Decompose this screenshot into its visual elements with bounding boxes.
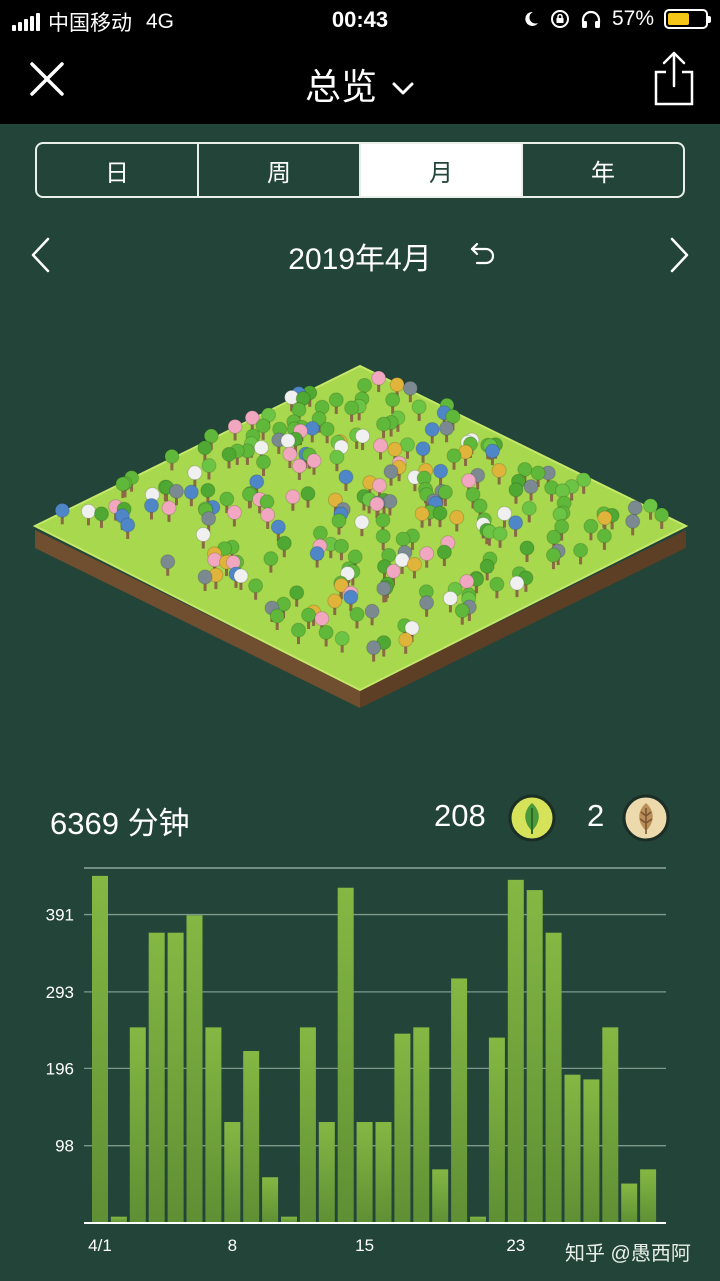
bar-day-24[interactable] (526, 890, 543, 1223)
forest-illustration (32, 364, 689, 708)
battery-icon (664, 9, 711, 29)
x-tick-label: 15 (355, 1236, 374, 1255)
bar-day-7[interactable] (205, 1027, 222, 1223)
period-selector: 日 周 月 年 (35, 142, 685, 198)
bar-day-10[interactable] (262, 1177, 279, 1223)
bar-day-27[interactable] (583, 1079, 600, 1223)
healthy-tree-count: 208 (434, 798, 486, 833)
y-tick-label: 98 (55, 1137, 74, 1156)
focus-minutes: 6369 分钟 (50, 806, 190, 841)
watermark: 知乎 @愚西阿 (565, 1243, 691, 1265)
y-tick-label: 293 (46, 983, 74, 1002)
healthy-tree-icon (508, 794, 556, 842)
status-bar: 中国移动 4G 00:43 57% (0, 0, 720, 40)
bar-day-18[interactable] (413, 1027, 430, 1223)
daily-focus-chart: 98 196 293 391 4/1 8 15 23 (46, 867, 666, 1255)
dead-tree-count: 2 (587, 798, 605, 833)
x-tick-label: 23 (506, 1236, 525, 1255)
page-title: 总览 (304, 66, 377, 107)
bar-day-15[interactable] (356, 1122, 373, 1223)
x-tick-label: 4/1 (88, 1236, 112, 1255)
bar-day-17[interactable] (394, 1033, 411, 1223)
x-tick-label: 8 (228, 1236, 237, 1255)
bar-day-22[interactable] (488, 1037, 505, 1223)
bar-day-12[interactable] (299, 1027, 316, 1223)
bar-day-23[interactable] (507, 879, 524, 1223)
bar-day-4[interactable] (148, 932, 165, 1223)
top-bar: 中国移动 4G 00:43 57% 总览 (0, 0, 720, 124)
rotation-lock-icon (550, 10, 569, 28)
bar-day-14[interactable] (337, 887, 354, 1223)
bar-day-28[interactable] (602, 1027, 619, 1223)
bar-day-25[interactable] (545, 932, 562, 1223)
y-tick-label: 391 (46, 906, 74, 925)
bar-day-19[interactable] (432, 1169, 449, 1223)
bar-day-9[interactable] (243, 1051, 260, 1223)
chevron-right-icon[interactable] (668, 236, 692, 274)
bar-day-29[interactable] (621, 1183, 638, 1223)
nav-bar: 总览 (0, 40, 720, 124)
bar-day-8[interactable] (224, 1122, 241, 1223)
bar-day-5[interactable] (167, 932, 184, 1223)
moon-icon (525, 11, 538, 26)
bar-day-20[interactable] (451, 978, 468, 1223)
chevron-down-icon (392, 82, 414, 95)
tab-year[interactable]: 年 (523, 144, 683, 196)
y-tick-label: 196 (46, 1059, 74, 1078)
headphones-icon (581, 10, 601, 28)
withered-tree-icon (622, 794, 670, 842)
bar-day-30[interactable] (640, 1169, 657, 1223)
tab-month[interactable]: 月 (361, 144, 523, 196)
tab-week[interactable]: 周 (199, 144, 361, 196)
share-icon[interactable] (652, 50, 696, 108)
bar-day-6[interactable] (186, 915, 203, 1223)
battery-fill (668, 13, 689, 25)
undo-icon[interactable] (468, 238, 498, 268)
bar-day-3[interactable] (129, 1027, 146, 1223)
battery-percent: 57% (611, 7, 654, 30)
date-navigator: 2019年4月 (0, 230, 720, 280)
title-dropdown[interactable]: 总览 (0, 58, 720, 110)
bar-day-13[interactable] (318, 1122, 335, 1223)
bar-day-26[interactable] (564, 1074, 581, 1223)
tab-day[interactable]: 日 (37, 144, 199, 196)
bar-day-16[interactable] (375, 1122, 392, 1223)
bar-day-1[interactable] (92, 875, 108, 1223)
date-label: 2019年4月 (288, 243, 432, 276)
